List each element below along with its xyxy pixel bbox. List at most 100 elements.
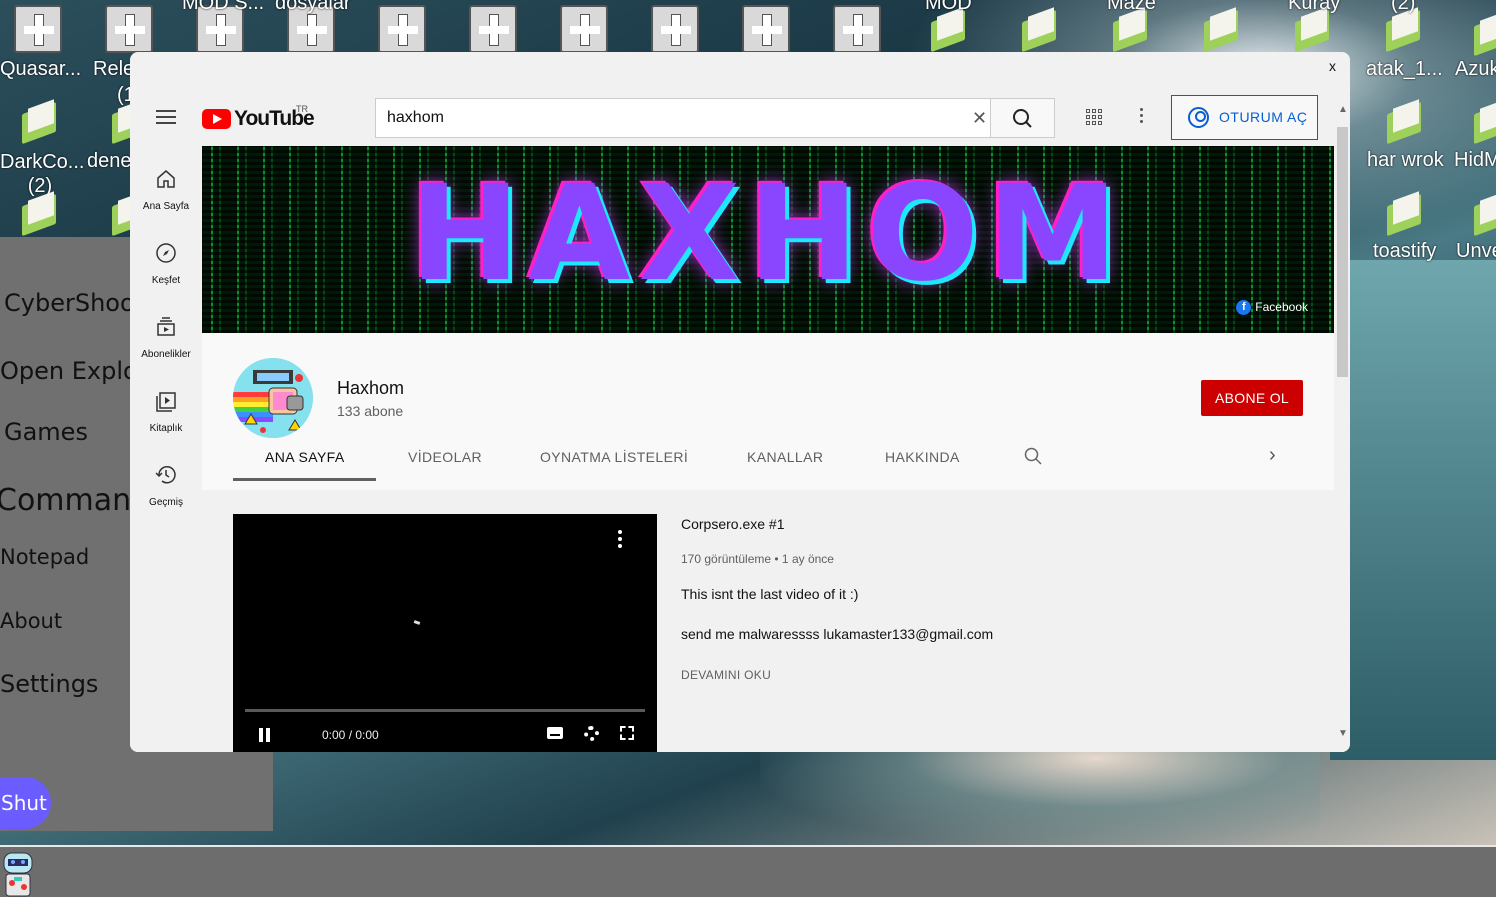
- video-title[interactable]: Corpsero.exe #1: [681, 516, 785, 532]
- guide-item-home[interactable]: Ana Sayfa: [130, 168, 202, 214]
- subtitles-icon[interactable]: [547, 727, 563, 739]
- guide-label: Ana Sayfa: [142, 201, 190, 212]
- desktop-icon[interactable]: [651, 5, 701, 55]
- start-menu-item-open-explorer[interactable]: Open Explo: [0, 357, 138, 385]
- channel-avatar[interactable]: [233, 358, 313, 438]
- guide-item-explore[interactable]: Keşfet: [130, 242, 202, 288]
- tab-home[interactable]: ANA SAYFA: [265, 449, 345, 465]
- tab-playlists[interactable]: OYNATMA LİSTELERİ: [540, 449, 688, 465]
- player-time: 0:00 / 0:00: [322, 728, 379, 742]
- scroll-up-icon[interactable]: ▲: [1338, 104, 1348, 115]
- subscribe-button[interactable]: ABONE OL: [1201, 380, 1303, 416]
- banner-facebook-link[interactable]: f Facebook: [1236, 300, 1308, 315]
- tab-channels[interactable]: KANALLAR: [747, 449, 823, 465]
- home-icon: [157, 170, 175, 188]
- desktop-icon-label[interactable]: har wrok: [1367, 149, 1444, 172]
- desktop-icon-label[interactable]: dosyalar: [275, 0, 351, 15]
- pause-icon[interactable]: [258, 728, 272, 742]
- document-icon[interactable]: [1018, 7, 1058, 53]
- desktop-icon-label[interactable]: dene: [87, 150, 132, 173]
- gear-icon[interactable]: [584, 726, 599, 741]
- desktop-icon[interactable]: [833, 5, 883, 55]
- guide-item-library[interactable]: Kitaplık: [130, 390, 202, 436]
- document-icon[interactable]: [1470, 99, 1496, 145]
- subscriber-count: 133 abone: [337, 403, 404, 419]
- app-plus-icon: [14, 5, 62, 53]
- search-input-value: haxhom: [387, 109, 444, 126]
- subscriptions-icon: [157, 317, 175, 336]
- desktop-icon-label[interactable]: HidM: [1454, 149, 1496, 172]
- sign-in-label: OTURUM AÇ: [1219, 109, 1308, 125]
- channel-name: Haxhom: [337, 378, 405, 398]
- account-icon: [1188, 107, 1209, 128]
- desktop-icon-label[interactable]: Unve: [1456, 240, 1496, 263]
- desktop-icon[interactable]: [560, 5, 610, 55]
- desktop-icon-label[interactable]: Kuray: [1288, 0, 1340, 15]
- app-plus-icon: [378, 5, 426, 53]
- desktop-icon[interactable]: [14, 5, 64, 55]
- start-menu-item-notepad[interactable]: Notepad: [0, 545, 89, 569]
- app-plus-icon: [105, 5, 153, 53]
- desktop-icon[interactable]: [469, 5, 519, 55]
- compass-icon: [156, 243, 176, 263]
- desktop-icon-label[interactable]: Azuk: [1455, 58, 1496, 81]
- document-icon[interactable]: [18, 191, 58, 237]
- desktop-icon-label[interactable]: toastify: [1373, 240, 1436, 263]
- start-menu-item-settings[interactable]: Settings: [0, 670, 98, 698]
- window-close-button[interactable]: x: [1329, 58, 1336, 74]
- window-scrollbar[interactable]: ▲ ▼: [1335, 92, 1350, 752]
- desktop-icon-label[interactable]: Quasar...: [0, 58, 81, 81]
- youtube-page: YouTube TR haxhom ✕ OTURUM AÇ Ana Sayfa: [130, 92, 1335, 752]
- start-menu-item-command[interactable]: Command: [0, 483, 150, 518]
- guide-label: Keşfet: [151, 275, 181, 286]
- guide-item-subscriptions[interactable]: Abonelikler: [130, 316, 202, 362]
- banner-title: HAXHOM: [409, 157, 1127, 311]
- guide-label: Kitaplık: [149, 423, 183, 434]
- channel-header: Haxhom 133 abone ABONE OL ANA SAYFA VİDE…: [202, 333, 1334, 490]
- sign-in-button[interactable]: OTURUM AÇ: [1171, 95, 1318, 140]
- desktop-icon-label[interactable]: Maze: [1107, 0, 1156, 15]
- tab-about[interactable]: HAKKINDA: [885, 449, 960, 465]
- fullscreen-icon[interactable]: [620, 726, 634, 740]
- document-icon[interactable]: [1383, 99, 1423, 145]
- desktop-icon-label[interactable]: DarkCo... (2): [0, 150, 84, 198]
- desktop-icon-label[interactable]: atak_1...: [1366, 58, 1443, 81]
- apps-grid-icon[interactable]: [1086, 109, 1104, 127]
- read-more-button[interactable]: DEVAMINI OKU: [681, 668, 771, 682]
- video-meta: 170 görüntüleme • 1 ay önce: [681, 552, 834, 566]
- desktop-icon-label[interactable]: MOD S...: [182, 0, 264, 15]
- search-input[interactable]: haxhom ✕: [375, 98, 991, 138]
- document-icon[interactable]: [1470, 191, 1496, 237]
- document-icon[interactable]: [1200, 7, 1240, 53]
- desktop-icon-label[interactable]: MOD: [925, 0, 972, 15]
- player-more-icon[interactable]: [618, 530, 622, 551]
- start-menu-item-about[interactable]: About: [0, 609, 62, 633]
- search-button[interactable]: [991, 98, 1055, 138]
- wallpaper-highlight: [1330, 260, 1496, 760]
- robot-avatar-icon: [3, 852, 33, 897]
- document-icon[interactable]: [1470, 11, 1496, 57]
- video-player[interactable]: 0:00 / 0:00: [233, 514, 657, 752]
- tabs-next-chevron-icon[interactable]: ›: [1269, 444, 1276, 467]
- desktop-icon-label[interactable]: (2): [1391, 0, 1415, 15]
- desktop-icon[interactable]: [742, 5, 792, 55]
- clear-search-icon[interactable]: ✕: [972, 108, 987, 129]
- guide-item-history[interactable]: Geçmiş: [130, 464, 202, 510]
- document-icon[interactable]: [1383, 191, 1423, 237]
- shutdown-button[interactable]: Shut: [0, 777, 51, 829]
- start-menu-item-cybershoo[interactable]: CyberShoo: [4, 289, 135, 317]
- document-icon[interactable]: [18, 99, 58, 145]
- channel-search-icon[interactable]: [1024, 447, 1042, 465]
- desktop-icon[interactable]: [105, 5, 155, 55]
- taskbar-app-button[interactable]: [0, 847, 38, 897]
- tab-videos[interactable]: VİDEOLAR: [408, 449, 482, 465]
- desktop-icon[interactable]: [378, 5, 428, 55]
- app-plus-icon: [560, 5, 608, 53]
- settings-kebab-icon[interactable]: [1140, 108, 1144, 126]
- scrollbar-thumb[interactable]: [1337, 127, 1348, 377]
- start-menu-item-games[interactable]: Games: [4, 418, 88, 446]
- facebook-link-label: Facebook: [1255, 299, 1308, 314]
- player-progress-bar[interactable]: [245, 709, 645, 712]
- hamburger-menu-icon[interactable]: [156, 110, 176, 124]
- scroll-down-icon[interactable]: ▼: [1338, 728, 1348, 739]
